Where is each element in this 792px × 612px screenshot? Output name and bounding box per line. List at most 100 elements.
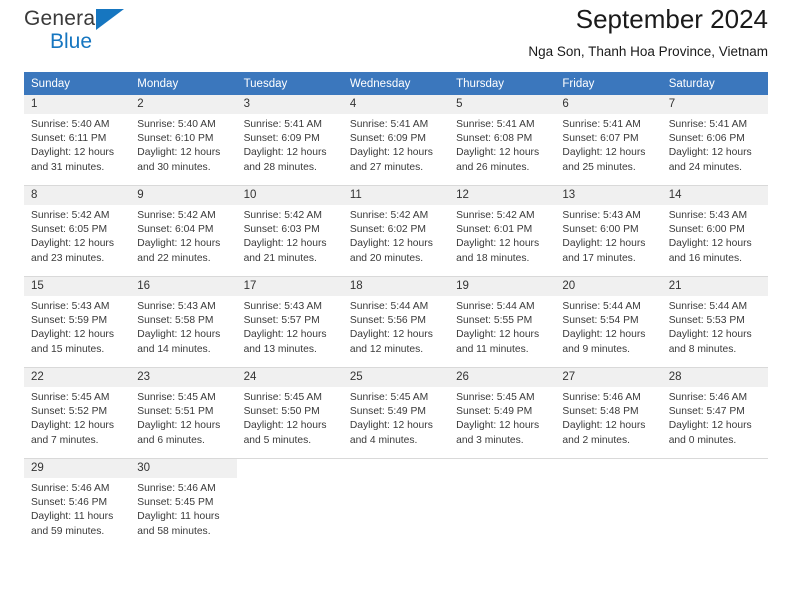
calendar-day-cell[interactable]: 26 Sunrise: 5:45 AM Sunset: 5:49 PM Dayligh… (449, 367, 556, 459)
sunrise-text: Sunrise: 5:41 AM (562, 119, 641, 130)
daylight-text-line1: Daylight: 12 hours (349, 329, 433, 341)
calendar-day-cell[interactable]: 1 Sunrise: 5:40 AM Sunset: 6:11 PM Daylight… (24, 95, 131, 186)
sunset-text: Sunset: 6:01 PM (456, 224, 533, 236)
weekday-header-thursday: Thursday (449, 72, 556, 95)
daylight-text-line1: Daylight: 12 hours (243, 238, 327, 250)
calendar-day-cell[interactable]: 16 Sunrise: 5:43 AM Sunset: 5:58 PM Dayligh… (130, 276, 237, 368)
sunrise-text: Sunrise: 5:42 AM (137, 210, 216, 221)
sunset-text: Sunset: 5:53 PM (668, 315, 745, 327)
calendar-day-cell[interactable]: 19 Sunrise: 5:44 AM Sunset: 5:55 PM Dayligh… (449, 276, 556, 368)
sunrise-text: Sunrise: 5:43 AM (668, 210, 748, 221)
sunrise-text: Sunrise: 5:41 AM (668, 119, 748, 130)
calendar-day-cell[interactable]: 3 Sunrise: 5:41 AM Sunset: 6:09 PM Daylight… (236, 95, 343, 186)
daylight-text-line1: Daylight: 12 hours (31, 147, 114, 159)
day-number: 5 (449, 95, 556, 114)
calendar-day-cell[interactable]: 15 Sunrise: 5:43 AM Sunset: 5:59 PM Dayligh… (24, 276, 131, 368)
day-details: Sunrise: 5:46 AM Sunset: 5:47 PM Daylight:… (662, 387, 768, 448)
sunset-text: Sunset: 6:06 PM (668, 133, 745, 145)
day-number: 29 (24, 459, 131, 478)
day-number (449, 459, 555, 478)
daylight-text-line1: Daylight: 12 hours (562, 420, 646, 432)
sunrise-text: Sunrise: 5:43 AM (137, 301, 216, 312)
calendar-day-cell[interactable]: 22 Sunrise: 5:45 AM Sunset: 5:52 PM Dayligh… (24, 367, 131, 459)
daylight-text-line1: Daylight: 12 hours (137, 329, 221, 341)
calendar-day-cell[interactable]: 9 Sunrise: 5:42 AM Sunset: 6:04 PM Daylight… (130, 185, 237, 277)
sunset-text: Sunset: 5:48 PM (562, 406, 639, 418)
day-number: 25 (342, 368, 450, 387)
sunset-text: Sunset: 6:00 PM (562, 224, 639, 236)
calendar-day-cell[interactable]: 6 Sunrise: 5:41 AM Sunset: 6:07 PM Daylight… (555, 95, 662, 186)
daylight-text-line2: and 16 minutes. (668, 252, 742, 264)
calendar-week-row: 22 Sunrise: 5:45 AM Sunset: 5:52 PM Dayligh… (24, 367, 768, 459)
day-details: Sunrise: 5:44 AM Sunset: 5:54 PM Daylight:… (555, 296, 661, 357)
daylight-text-line2: and 18 minutes. (456, 252, 530, 264)
sunrise-text: Sunrise: 5:46 AM (562, 392, 641, 403)
daylight-text-line2: and 31 minutes. (31, 161, 105, 173)
daylight-text-line2: and 8 minutes. (668, 343, 737, 355)
calendar-day-cell[interactable]: 18 Sunrise: 5:44 AM Sunset: 5:56 PM Dayligh… (342, 276, 450, 368)
day-number: 24 (236, 368, 343, 387)
day-number: 15 (24, 277, 131, 296)
daylight-text-line1: Daylight: 12 hours (243, 329, 327, 341)
day-number: 28 (661, 368, 768, 387)
general-blue-logo[interactable]: General Blue (24, 0, 144, 64)
calendar-day-cell[interactable]: 17 Sunrise: 5:43 AM Sunset: 5:57 PM Dayligh… (236, 276, 343, 368)
day-details: Sunrise: 5:44 AM Sunset: 5:53 PM Daylight:… (662, 296, 768, 357)
calendar-day-cell[interactable]: 20 Sunrise: 5:44 AM Sunset: 5:54 PM Dayligh… (555, 276, 662, 368)
weekday-header-tuesday: Tuesday (236, 72, 343, 95)
daylight-text-line2: and 28 minutes. (243, 161, 317, 173)
weekday-header-friday: Friday (555, 72, 662, 95)
calendar-day-cell[interactable]: 2 Sunrise: 5:40 AM Sunset: 6:10 PM Daylight… (130, 95, 237, 186)
calendar-day-cell[interactable]: 11 Sunrise: 5:42 AM Sunset: 6:02 PM Dayligh… (342, 185, 450, 277)
calendar-day-cell[interactable]: 27 Sunrise: 5:46 AM Sunset: 5:48 PM Dayligh… (555, 367, 662, 459)
calendar-day-cell[interactable]: 7 Sunrise: 5:41 AM Sunset: 6:06 PM Daylight… (661, 95, 768, 186)
weekday-header-saturday: Saturday (661, 72, 768, 95)
calendar-week-row: 8 Sunrise: 5:42 AM Sunset: 6:05 PM Daylight… (24, 185, 768, 277)
calendar-page: General Blue September 2024 Nga Son, Tha… (0, 0, 792, 612)
day-number: 14 (661, 186, 768, 205)
daylight-text-line2: and 20 minutes. (349, 252, 424, 264)
calendar-day-cell[interactable]: 30 Sunrise: 5:46 AM Sunset: 5:45 PM Dayligh… (130, 458, 237, 549)
sunset-text: Sunset: 6:02 PM (349, 224, 426, 236)
daylight-text-line1: Daylight: 12 hours (349, 147, 433, 159)
day-number: 17 (236, 277, 343, 296)
day-number (662, 459, 768, 478)
calendar-day-cell[interactable]: 25 Sunrise: 5:45 AM Sunset: 5:49 PM Dayligh… (342, 367, 450, 459)
calendar-day-cell[interactable]: 24 Sunrise: 5:45 AM Sunset: 5:50 PM Dayligh… (236, 367, 343, 459)
calendar-day-cell[interactable]: 4 Sunrise: 5:41 AM Sunset: 6:09 PM Daylight… (342, 95, 450, 186)
weekday-header-sunday: Sunday (24, 72, 131, 95)
calendar-day-cell[interactable]: 12 Sunrise: 5:42 AM Sunset: 6:01 PM Dayligh… (449, 185, 556, 277)
sunrise-text: Sunrise: 5:40 AM (137, 119, 216, 130)
calendar-day-cell[interactable]: 5 Sunrise: 5:41 AM Sunset: 6:08 PM Daylight… (449, 95, 556, 186)
daylight-text-line2: and 12 minutes. (349, 343, 424, 355)
daylight-text-line1: Daylight: 12 hours (243, 147, 327, 159)
day-number: 2 (130, 95, 237, 114)
sunrise-text: Sunrise: 5:42 AM (349, 210, 429, 221)
day-number: 8 (24, 186, 131, 205)
sunset-text: Sunset: 5:50 PM (243, 406, 320, 418)
daylight-text-line1: Daylight: 12 hours (668, 238, 752, 250)
daylight-text-line2: and 25 minutes. (562, 161, 636, 173)
calendar-day-cell[interactable]: 8 Sunrise: 5:42 AM Sunset: 6:05 PM Daylight… (24, 185, 131, 277)
day-details: Sunrise: 5:40 AM Sunset: 6:10 PM Daylight:… (130, 114, 236, 175)
calendar-day-cell[interactable]: 10 Sunrise: 5:42 AM Sunset: 6:03 PM Dayligh… (236, 185, 343, 277)
sunrise-text: Sunrise: 5:42 AM (31, 210, 110, 221)
sunrise-text: Sunrise: 5:40 AM (31, 119, 110, 130)
sunrise-text: Sunrise: 5:44 AM (349, 301, 429, 312)
sunset-text: Sunset: 6:03 PM (243, 224, 320, 236)
calendar-day-cell[interactable]: 21 Sunrise: 5:44 AM Sunset: 5:53 PM Dayligh… (661, 276, 768, 368)
daylight-text-line2: and 5 minutes. (243, 434, 312, 446)
day-details: Sunrise: 5:42 AM Sunset: 6:04 PM Daylight:… (130, 205, 236, 266)
day-details: Sunrise: 5:43 AM Sunset: 5:59 PM Daylight:… (24, 296, 130, 357)
calendar-day-cell[interactable]: 28 Sunrise: 5:46 AM Sunset: 5:47 PM Dayligh… (661, 367, 768, 459)
day-number: 1 (24, 95, 131, 114)
day-details: Sunrise: 5:41 AM Sunset: 6:07 PM Daylight:… (555, 114, 661, 175)
calendar-day-cell[interactable]: 13 Sunrise: 5:43 AM Sunset: 6:00 PM Dayligh… (555, 185, 662, 277)
calendar-day-cell[interactable]: 23 Sunrise: 5:45 AM Sunset: 5:51 PM Dayligh… (130, 367, 237, 459)
calendar-day-cell[interactable]: 14 Sunrise: 5:43 AM Sunset: 6:00 PM Dayligh… (661, 185, 768, 277)
daylight-text-line1: Daylight: 12 hours (31, 329, 114, 341)
daylight-text-line2: and 9 minutes. (562, 343, 630, 355)
calendar-day-cell[interactable]: 29 Sunrise: 5:46 AM Sunset: 5:46 PM Dayligh… (24, 458, 131, 549)
title-block: September 2024 Nga Son, Thanh Hoa Provin… (528, 0, 768, 62)
day-details: Sunrise: 5:45 AM Sunset: 5:52 PM Daylight:… (24, 387, 130, 448)
